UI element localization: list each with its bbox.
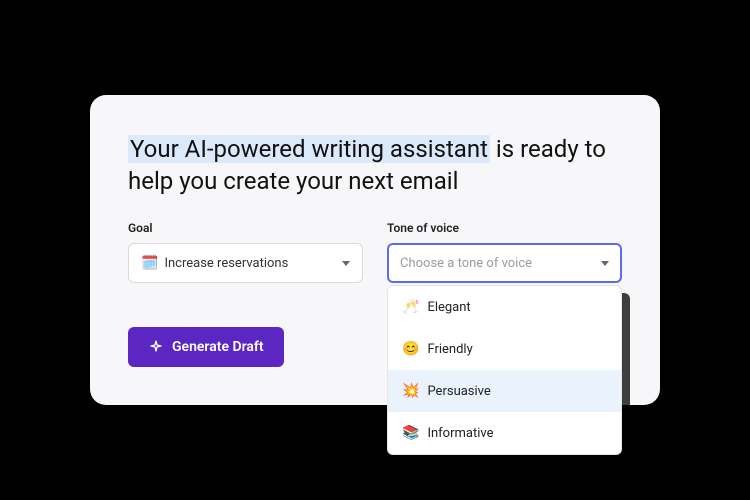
generate-draft-button[interactable]: Generate Draft — [128, 327, 284, 367]
tone-dropdown: 🥂 Elegant 😊 Friendly 💥 Persuasive 📚 Informative — [387, 285, 622, 455]
form-row: Goal 🗓️ Increase reservations Tone of vo… — [128, 221, 622, 283]
tone-placeholder: Choose a tone of voice — [400, 256, 601, 271]
calendar-icon: 🗓️ — [141, 255, 158, 271]
tone-field: Tone of voice Choose a tone of voice 🥂El… — [387, 221, 622, 283]
option-emoji-icon: 🥂 — [402, 299, 419, 315]
tone-option[interactable]: 📚 Informative — [388, 412, 621, 454]
generate-draft-label: Generate Draft — [172, 339, 264, 355]
headline-highlight: Your AI-powered writing assistant — [128, 135, 490, 163]
option-emoji-icon: 💥 — [402, 383, 419, 399]
headline: Your AI-powered writing assistant is rea… — [128, 133, 622, 198]
tone-label: Tone of voice — [387, 221, 622, 235]
option-emoji-icon: 😊 — [402, 341, 419, 357]
goal-field: Goal 🗓️ Increase reservations — [128, 221, 363, 283]
option-emoji-icon: 📚 — [402, 425, 419, 441]
tone-option[interactable]: 😊 Friendly — [388, 328, 621, 370]
tone-select[interactable]: Choose a tone of voice — [387, 243, 622, 283]
option-label: Friendly — [427, 342, 472, 357]
option-label: Elegant — [427, 300, 470, 315]
tone-option[interactable]: 💥 Persuasive — [388, 370, 621, 412]
option-label: Persuasive — [427, 384, 490, 399]
goal-label: Goal — [128, 221, 363, 235]
chevron-down-icon — [601, 261, 609, 266]
tone-option[interactable]: 🥂 Elegant — [388, 286, 621, 328]
ai-assistant-card: Your AI-powered writing assistant is rea… — [90, 95, 660, 406]
chevron-down-icon — [342, 261, 350, 266]
goal-value: Increase reservations — [164, 256, 342, 271]
option-label: Informative — [427, 426, 493, 441]
goal-select[interactable]: 🗓️ Increase reservations — [128, 243, 363, 283]
sparkle-icon — [148, 339, 164, 355]
